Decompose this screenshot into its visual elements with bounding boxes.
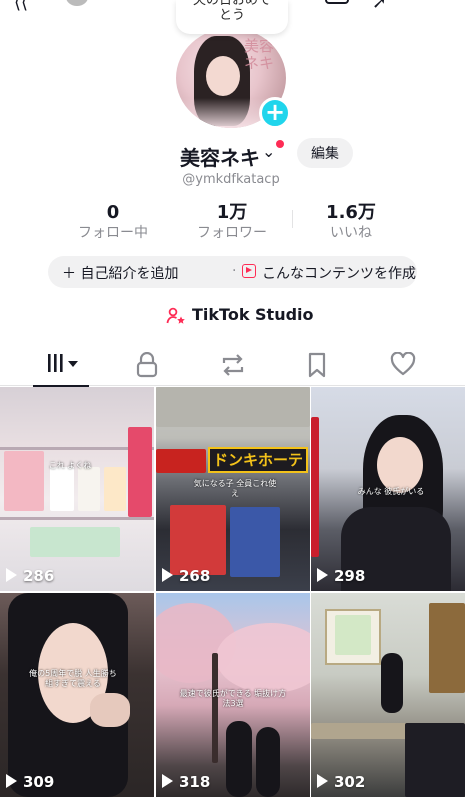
door — [429, 603, 465, 693]
play-square-icon — [242, 264, 256, 278]
tab-videos[interactable] — [31, 342, 89, 387]
view-count-value: 302 — [334, 773, 366, 791]
poster — [335, 615, 371, 655]
play-icon — [317, 568, 328, 582]
red-railing — [311, 417, 319, 557]
followers-label: フォロワー — [197, 225, 267, 241]
view-count-value: 268 — [179, 567, 211, 585]
video-thumbnail-5[interactable]: 最速で彼氏ができる 垢抜け方法3選 318 — [156, 593, 310, 797]
note-line-1: 夫の日おめで — [192, 0, 271, 8]
play-icon — [317, 774, 328, 788]
video-caption: 俺の5周年で脱 人生勝ち組すぎて震える — [29, 669, 117, 688]
shelf-line — [0, 517, 154, 520]
view-count: 286 — [6, 567, 54, 585]
view-count: 302 — [317, 773, 365, 791]
add-bio-link[interactable]: ＋ 自己紹介を追加 — [62, 263, 178, 283]
share-icon[interactable]: ➚ — [372, 0, 387, 13]
tab-reposts[interactable] — [203, 342, 261, 386]
content-suggestion-link[interactable]: こんなコンテンツを作成… — [262, 263, 417, 283]
edit-profile-button[interactable]: 編集 — [297, 138, 353, 168]
following-label: フォロー中 — [78, 225, 148, 241]
stat-likes[interactable]: 1.6万 いいね — [296, 202, 406, 242]
video-thumbnail-2[interactable]: ドンキホーテ 気になる子 全員これ使え 268 — [156, 387, 310, 591]
product-box — [50, 467, 74, 511]
video-thumbnail-3[interactable]: みんな 彼氏がいる 298 — [311, 387, 465, 591]
bio-suggestion-bar: ＋ 自己紹介を追加 · こんなコンテンツを作成… — [48, 256, 417, 288]
likes-label: いいね — [330, 225, 372, 241]
person-hand — [90, 693, 130, 727]
avatar-overlay-text: 美容ネキ — [244, 37, 275, 72]
store-sign: ドンキホーテ — [208, 447, 308, 473]
stat-followers[interactable]: 1万 フォロワー — [177, 202, 287, 242]
back-icon[interactable]: ⟨⟨ — [14, 0, 28, 13]
play-icon — [6, 774, 17, 788]
stat-divider — [292, 210, 293, 228]
small-avatar[interactable] — [66, 0, 88, 6]
storefront — [170, 505, 226, 575]
product-box — [4, 451, 44, 511]
play-icon — [6, 568, 17, 582]
sign-red — [156, 449, 206, 473]
video-grid: これ よくね 286 ドンキホーテ 気になる子 全員これ使え 268 みんな 彼… — [0, 387, 465, 800]
person-figure — [381, 653, 403, 713]
studio-label: TikTok Studio — [192, 305, 314, 324]
heart-icon — [390, 352, 416, 376]
creator-icon[interactable] — [325, 0, 349, 4]
ceiling — [156, 387, 310, 427]
play-icon — [162, 774, 173, 788]
display-name[interactable]: 美容ネキ — [180, 142, 260, 171]
stat-following[interactable]: 0 フォロー中 — [58, 202, 168, 242]
chevron-down-icon[interactable]: ⌄ — [262, 142, 275, 161]
notification-dot — [276, 140, 284, 148]
cherry-blossom — [216, 623, 310, 693]
grid-icon — [48, 354, 78, 372]
video-thumbnail-4[interactable]: 俺の5周年で脱 人生勝ち組すぎて震える 309 — [0, 593, 154, 797]
view-count: 318 — [162, 773, 210, 791]
username: @ymkdfkatacp — [0, 172, 465, 187]
video-caption-2: 気になる子 全員これ使え — [193, 479, 277, 498]
person-star-icon — [166, 307, 185, 324]
view-count: 309 — [6, 773, 54, 791]
product-box — [104, 467, 126, 511]
person-face — [377, 437, 423, 493]
tab-private[interactable] — [118, 342, 176, 386]
following-count: 0 — [106, 202, 120, 223]
view-count: 298 — [317, 567, 365, 585]
view-count-value: 286 — [23, 567, 55, 585]
profile-tabs — [0, 342, 465, 387]
product-box — [30, 527, 120, 557]
product-box — [128, 427, 152, 517]
video-caption: 最速で彼氏ができる 垢抜け方法3選 — [179, 689, 287, 708]
tab-liked[interactable] — [373, 342, 431, 386]
storefront — [230, 507, 280, 577]
video-thumbnail-1[interactable]: これ よくね 286 — [0, 387, 154, 591]
person-foreground — [405, 723, 465, 797]
bio-separator: · — [232, 263, 237, 279]
stats-row: 0 フォロー中 1万 フォロワー 1.6万 いいね — [0, 202, 465, 248]
name-row: 美容ネキ ⌄ 編集 — [0, 138, 465, 170]
view-count: 268 — [162, 567, 210, 585]
video-caption: これ よくね — [48, 461, 92, 470]
add-story-plus-icon[interactable]: + — [259, 97, 291, 129]
followers-count: 1万 — [216, 202, 248, 223]
avatar-face — [206, 56, 240, 96]
video-caption: みんな 彼氏がいる — [357, 487, 425, 496]
person-figure — [226, 721, 252, 797]
video-thumbnail-6[interactable]: 302 — [311, 593, 465, 797]
play-icon — [162, 568, 173, 582]
view-count-value: 298 — [334, 567, 366, 585]
tab-saved[interactable] — [288, 342, 346, 386]
username-text: @ymkdfkatacp — [182, 172, 280, 187]
bookmark-icon — [308, 352, 326, 378]
repost-icon — [222, 354, 244, 376]
person-figure — [256, 727, 280, 797]
likes-count: 1.6万 — [326, 202, 376, 223]
product-box — [78, 467, 100, 511]
view-count-value: 309 — [23, 773, 55, 791]
lock-icon — [136, 352, 158, 378]
view-count-value: 318 — [179, 773, 211, 791]
note-line-2: とう — [218, 8, 245, 23]
note-bubble[interactable]: 夫の日おめで とう — [176, 0, 288, 34]
